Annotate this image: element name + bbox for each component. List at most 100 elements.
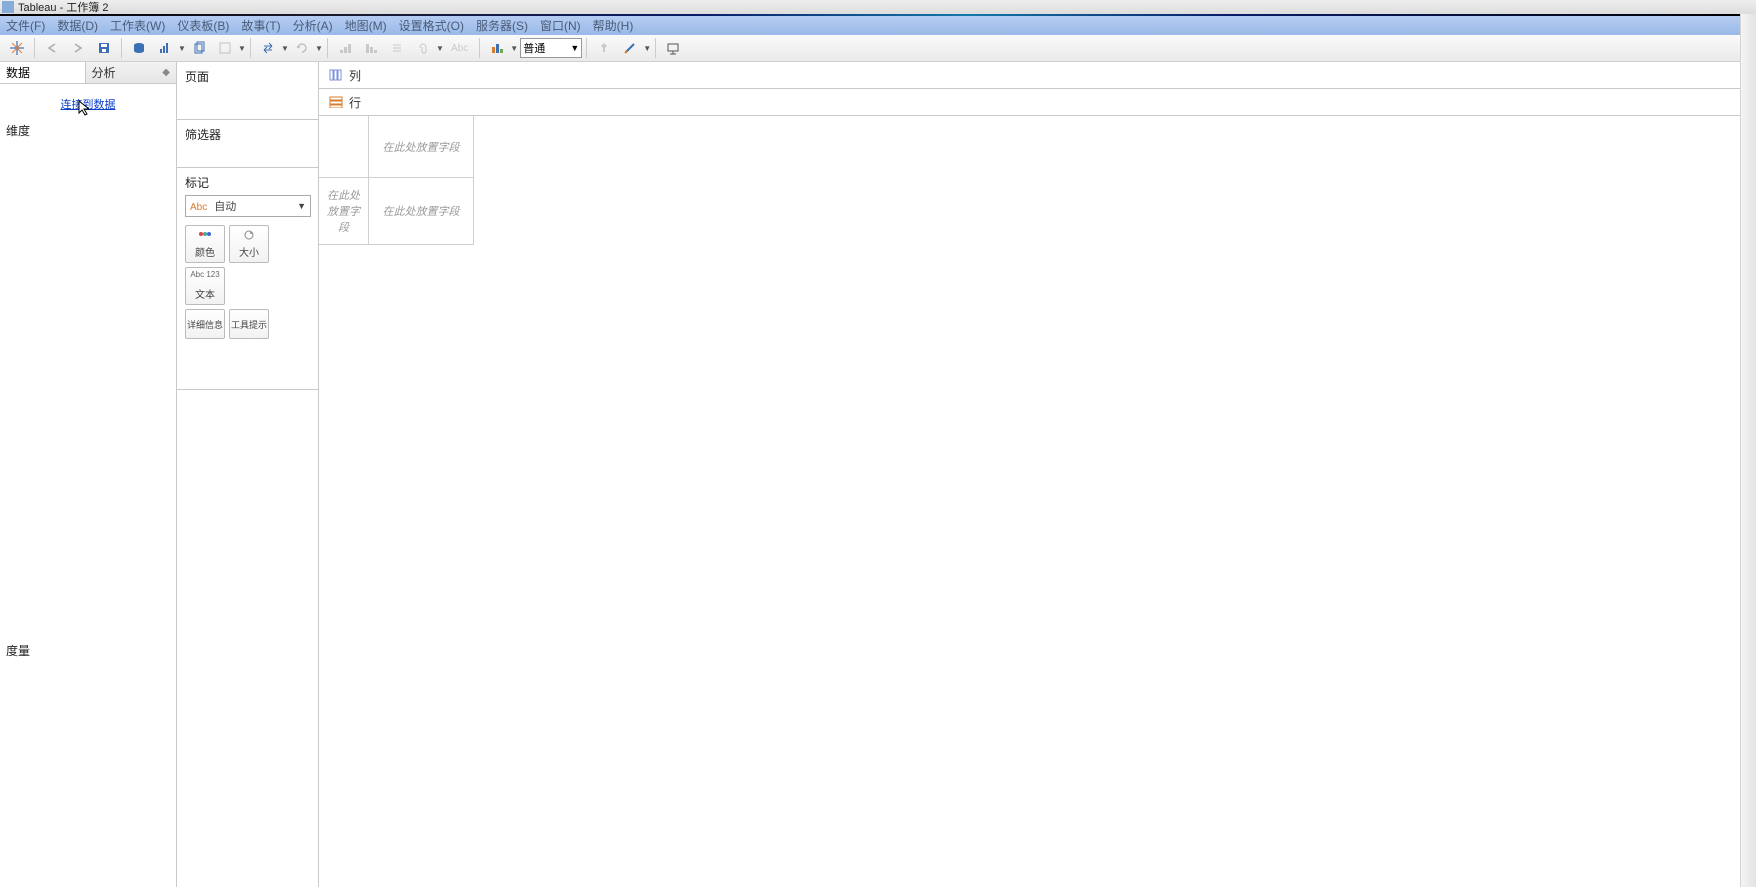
paperclip-icon — [416, 41, 430, 55]
clear-sheet-button[interactable] — [214, 37, 236, 59]
dropdown-arrow-icon[interactable]: ▼ — [281, 44, 289, 53]
fix-axis-button[interactable] — [593, 37, 615, 59]
drop-columns-placeholder[interactable]: 在此处放置字段 — [369, 116, 474, 178]
refresh-button[interactable] — [291, 37, 313, 59]
window-scrollbar[interactable] — [1740, 14, 1756, 887]
menu-map[interactable]: 地图(M) — [339, 17, 393, 34]
side-tabs: 数据 分析 ◆ — [0, 62, 176, 84]
menu-help[interactable]: 帮助(H) — [587, 17, 640, 34]
columns-shelf-label: 列 — [349, 67, 361, 84]
mark-tooltip-label: 工具提示 — [231, 318, 267, 331]
mark-color-button[interactable]: 颜色 — [185, 225, 225, 263]
pages-card[interactable]: 页面 — [177, 62, 318, 120]
menu-format[interactable]: 设置格式(O) — [393, 17, 470, 34]
mark-tooltip-button[interactable]: 工具提示 — [229, 309, 269, 339]
main-layout: 数据 分析 ◆ 连接到数据 维度 度量 页面 筛选器 标记 Abc — [0, 62, 1756, 887]
presentation-button[interactable] — [662, 37, 684, 59]
tab-data[interactable]: 数据 — [0, 62, 86, 83]
mark-text-label: 文本 — [195, 286, 215, 301]
sort-desc-icon — [364, 41, 378, 55]
dropdown-arrow-icon[interactable]: ▼ — [178, 44, 186, 53]
menu-story[interactable]: 故事(T) — [235, 17, 286, 34]
dimensions-list[interactable] — [0, 143, 176, 368]
filters-card[interactable]: 筛选器 — [177, 120, 318, 168]
toolbar-separator — [250, 38, 251, 58]
sort-desc-button[interactable] — [360, 37, 382, 59]
menu-window[interactable]: 窗口(N) — [534, 17, 587, 34]
menu-server[interactable]: 服务器(S) — [470, 17, 534, 34]
save-button[interactable] — [93, 37, 115, 59]
floppy-disk-icon — [97, 41, 111, 55]
fit-selector-label: 普通 — [523, 40, 545, 56]
arrow-left-icon — [45, 41, 59, 55]
sort-asc-icon — [338, 41, 352, 55]
mark-detail-button[interactable]: 详细信息 — [185, 309, 225, 339]
mark-size-button[interactable]: 大小 — [229, 225, 269, 263]
sort-asc-button[interactable] — [334, 37, 356, 59]
menu-analysis[interactable]: 分析(A) — [287, 17, 339, 34]
toolbar-separator — [655, 38, 656, 58]
menu-worksheet[interactable]: 工作表(W) — [104, 17, 171, 34]
dropdown-arrow-icon[interactable]: ▼ — [643, 44, 651, 53]
tableau-logo-icon — [9, 40, 25, 56]
drop-data-placeholder[interactable]: 在此处放置字段 — [369, 178, 474, 245]
toolbar-separator — [34, 38, 35, 58]
rows-icon — [329, 96, 343, 108]
mark-size-label: 大小 — [239, 244, 259, 259]
tab-analysis[interactable]: 分析 ◆ — [86, 62, 177, 83]
arrow-right-icon — [71, 41, 85, 55]
highlighter-icon — [623, 41, 637, 55]
tab-menu-icon[interactable]: ◆ — [162, 67, 170, 78]
menu-data[interactable]: 数据(D) — [51, 17, 104, 34]
marks-type-selector[interactable]: Abc 自动 ▼ — [185, 195, 311, 217]
refresh-icon — [295, 41, 309, 55]
size-circle-icon — [242, 229, 256, 244]
dropdown-arrow-icon[interactable]: ▼ — [238, 44, 246, 53]
group-button[interactable] — [386, 37, 408, 59]
undo-button[interactable] — [41, 37, 63, 59]
text-icon: Abc 123 — [190, 271, 219, 286]
label-button[interactable]: Abc — [446, 37, 473, 59]
dropdown-arrow-icon[interactable]: ▼ — [315, 44, 323, 53]
mark-color-label: 颜色 — [195, 244, 215, 259]
rows-shelf[interactable]: 行 — [319, 89, 1756, 116]
show-me-button[interactable] — [486, 37, 508, 59]
fit-selector[interactable]: 普通 ▼ — [520, 38, 582, 58]
window-title: Tableau - 工作簿 2 — [18, 0, 108, 15]
dropdown-arrow-icon[interactable]: ▼ — [510, 44, 518, 53]
columns-shelf[interactable]: 列 — [319, 62, 1756, 89]
drop-corner-cell[interactable] — [319, 116, 369, 178]
clear-sheet-icon — [218, 41, 232, 55]
measures-list[interactable] — [0, 663, 176, 887]
menu-dashboard[interactable]: 仪表板(B) — [171, 17, 235, 34]
marks-card: 标记 Abc 自动 ▼ 颜色 大 — [177, 168, 318, 390]
chevron-down-icon: ▼ — [570, 43, 579, 53]
menubar: 文件(F) 数据(D) 工作表(W) 仪表板(B) 故事(T) 分析(A) 地图… — [0, 16, 1756, 35]
menu-file[interactable]: 文件(F) — [0, 17, 51, 34]
redo-button[interactable] — [67, 37, 89, 59]
drop-rows-placeholder[interactable]: 在此处放置字段 — [319, 178, 369, 245]
pin-button[interactable] — [412, 37, 434, 59]
database-icon — [132, 41, 146, 55]
chevron-down-icon: ▼ — [297, 201, 306, 211]
toolbar-separator — [121, 38, 122, 58]
highlight-button[interactable] — [619, 37, 641, 59]
swap-axes-icon — [261, 41, 275, 55]
duplicate-sheet-button[interactable] — [188, 37, 210, 59]
drop-grid: 在此处放置字段 在此处放置字段 在此处放置字段 — [319, 116, 474, 245]
new-data-button[interactable] — [128, 37, 150, 59]
new-worksheet-button[interactable] — [154, 37, 176, 59]
bar-chart-add-icon — [158, 41, 172, 55]
tableau-logo-button[interactable] — [6, 37, 28, 59]
mark-text-button[interactable]: Abc 123 文本 — [185, 267, 225, 305]
canvas-area[interactable]: 在此处放置字段 在此处放置字段 在此处放置字段 — [319, 116, 1756, 887]
dimensions-header: 维度 — [0, 118, 176, 143]
left-pane: 数据 分析 ◆ 连接到数据 维度 度量 — [0, 62, 177, 887]
abc-icon: Abc — [190, 202, 207, 213]
mark-detail-label: 详细信息 — [187, 318, 223, 331]
presentation-icon — [666, 41, 680, 55]
measures-header: 度量 — [0, 638, 176, 663]
swap-button[interactable] — [257, 37, 279, 59]
connect-to-data-link[interactable]: 连接到数据 — [0, 84, 176, 118]
dropdown-arrow-icon[interactable]: ▼ — [436, 44, 444, 53]
